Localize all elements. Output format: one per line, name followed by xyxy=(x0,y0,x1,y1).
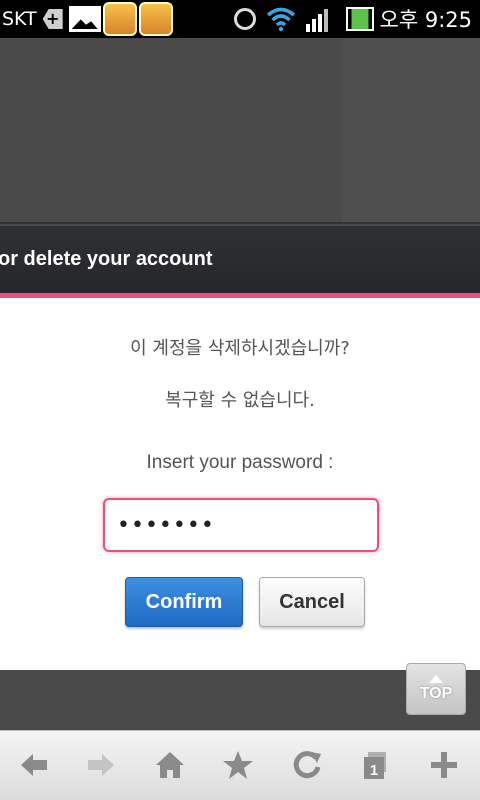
signal-icon xyxy=(305,9,328,32)
clock-time: 오후 9:25 xyxy=(379,8,472,32)
forward-icon[interactable] xyxy=(81,745,121,785)
cancel-button[interactable]: Cancel xyxy=(259,577,365,627)
refresh-icon[interactable] xyxy=(287,745,327,785)
irreversible-warning: 복구할 수 없습니다. xyxy=(165,390,315,411)
divider xyxy=(0,222,480,224)
password-prompt-label: Insert your password : xyxy=(146,452,334,473)
alarm-icon xyxy=(233,8,256,30)
home-icon[interactable] xyxy=(150,745,190,785)
battery-icon xyxy=(345,7,374,31)
bookmark-star-icon[interactable] xyxy=(218,745,258,785)
password-field[interactable] xyxy=(103,498,379,552)
status-bar: SKT + 오후 9:25 xyxy=(0,0,480,38)
confirm-button[interactable]: Confirm xyxy=(125,577,243,627)
image-icon xyxy=(68,6,101,32)
tabs-count: 1 xyxy=(370,762,378,779)
browser-toolbar: 1 xyxy=(0,730,480,800)
delete-account-dialog: 이 계정을 삭제하시겠습니까? 복구할 수 없습니다. Insert your … xyxy=(0,298,480,670)
tabs-icon[interactable]: 1 xyxy=(355,745,395,785)
new-tab-icon[interactable] xyxy=(424,745,464,785)
page-background xyxy=(0,38,480,224)
back-icon[interactable] xyxy=(14,745,54,785)
wifi-icon xyxy=(266,7,295,32)
dialog-header: or delete your account xyxy=(0,226,480,293)
up-arrow-icon xyxy=(429,675,443,683)
top-button-label: TOP xyxy=(419,685,453,702)
dialog-title: or delete your account xyxy=(0,248,213,270)
game-icon xyxy=(138,2,173,36)
add-notification-icon: + xyxy=(42,9,63,29)
delete-confirm-message: 이 계정을 삭제하시겠습니까? xyxy=(130,338,350,359)
scroll-to-top-button[interactable]: TOP xyxy=(406,663,466,715)
game-icon xyxy=(102,2,137,36)
carrier-label: SKT xyxy=(2,8,37,30)
page-side-panel xyxy=(342,38,480,224)
